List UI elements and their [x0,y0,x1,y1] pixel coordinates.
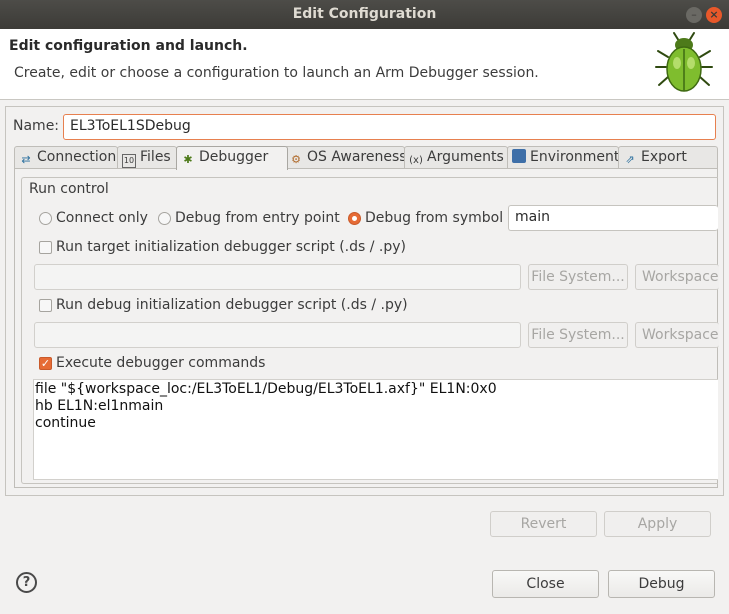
debug-init-label: Run debug initialization debugger script… [56,297,408,313]
execute-commands-label: Execute debugger commands [56,355,266,371]
help-icon[interactable]: ? [16,572,37,593]
tab-export[interactable]: ⇗ Export [618,146,718,168]
tab-environment-label: Environment [530,149,620,165]
target-init-workspace-button[interactable]: Workspace [635,264,719,290]
debugger-icon: ✱ [183,153,193,166]
target-init-checkbox[interactable] [39,241,52,254]
debug-init-checkbox[interactable] [39,299,52,312]
symbol-input[interactable]: main [508,205,718,231]
tab-environment[interactable]: Environment [507,146,619,168]
close-button[interactable]: Close [492,570,599,598]
files-icon: 10 [122,154,136,168]
debug-button[interactable]: Debug [608,570,715,598]
tab-debugger-label: Debugger [199,149,269,165]
revert-button[interactable]: Revert [490,511,597,537]
window-titlebar: Edit Configuration [0,0,729,29]
tab-os-awareness-label: OS Awareness [307,149,407,165]
window-title: Edit Configuration [292,6,437,22]
bug-icon [655,32,713,92]
minimize-button[interactable]: – [686,7,702,23]
tab-export-label: Export [641,149,687,165]
close-window-button[interactable]: × [706,7,722,23]
debug-from-symbol-label[interactable]: Debug from symbol [365,210,503,226]
target-init-label: Run target initialization debugger scrip… [56,239,407,255]
dialog-header: Edit configuration and launch. Create, e… [0,29,729,99]
tab-arguments[interactable]: (x) Arguments [404,146,508,168]
gear-icon: ⚙ [291,153,301,166]
connect-only-label[interactable]: Connect only [56,210,148,226]
environment-icon [512,149,526,163]
debug-init-workspace-button[interactable]: Workspace [635,322,719,348]
name-label: Name: [13,118,60,134]
debug-entry-point-label[interactable]: Debug from entry point [175,210,340,226]
target-init-file-system-button[interactable]: File System... [528,264,628,290]
run-control-label: Run control [27,181,111,197]
debug-init-path-input[interactable] [34,322,521,348]
execute-commands-checkbox[interactable]: ✓ [39,357,52,370]
debug-from-symbol-radio[interactable] [348,212,361,225]
tab-files-label: Files [140,149,171,165]
tab-os-awareness[interactable]: ⚙ OS Awareness [284,146,407,168]
export-icon: ⇗ [625,153,635,166]
header-description: Create, edit or choose a configuration t… [14,65,539,81]
tab-arguments-label: Arguments [427,149,504,165]
tab-debugger[interactable]: ✱ Debugger [176,146,288,170]
apply-button[interactable]: Apply [604,511,711,537]
arguments-icon: (x) [409,155,423,166]
connection-icon: ⇄ [21,153,31,166]
debug-entry-point-radio[interactable] [158,212,171,225]
target-init-path-input[interactable] [34,264,521,290]
header-title: Edit configuration and launch. [9,38,248,54]
tab-connection-label: Connection [37,149,117,165]
name-field[interactable]: EL3ToEL1SDebug [63,114,716,140]
connect-only-radio[interactable] [39,212,52,225]
debugger-commands-textarea[interactable]: file "${workspace_loc:/EL3ToEL1/Debug/EL… [33,379,718,480]
tab-connection[interactable]: ⇄ Connection [14,146,118,168]
debug-init-file-system-button[interactable]: File System... [528,322,628,348]
tab-files[interactable]: 10 Files [117,146,177,168]
tab-strip: ⇄ Connection 10 Files ✱ Debugger ⚙ OS Awaren… [14,146,720,170]
header-separator [0,99,729,100]
